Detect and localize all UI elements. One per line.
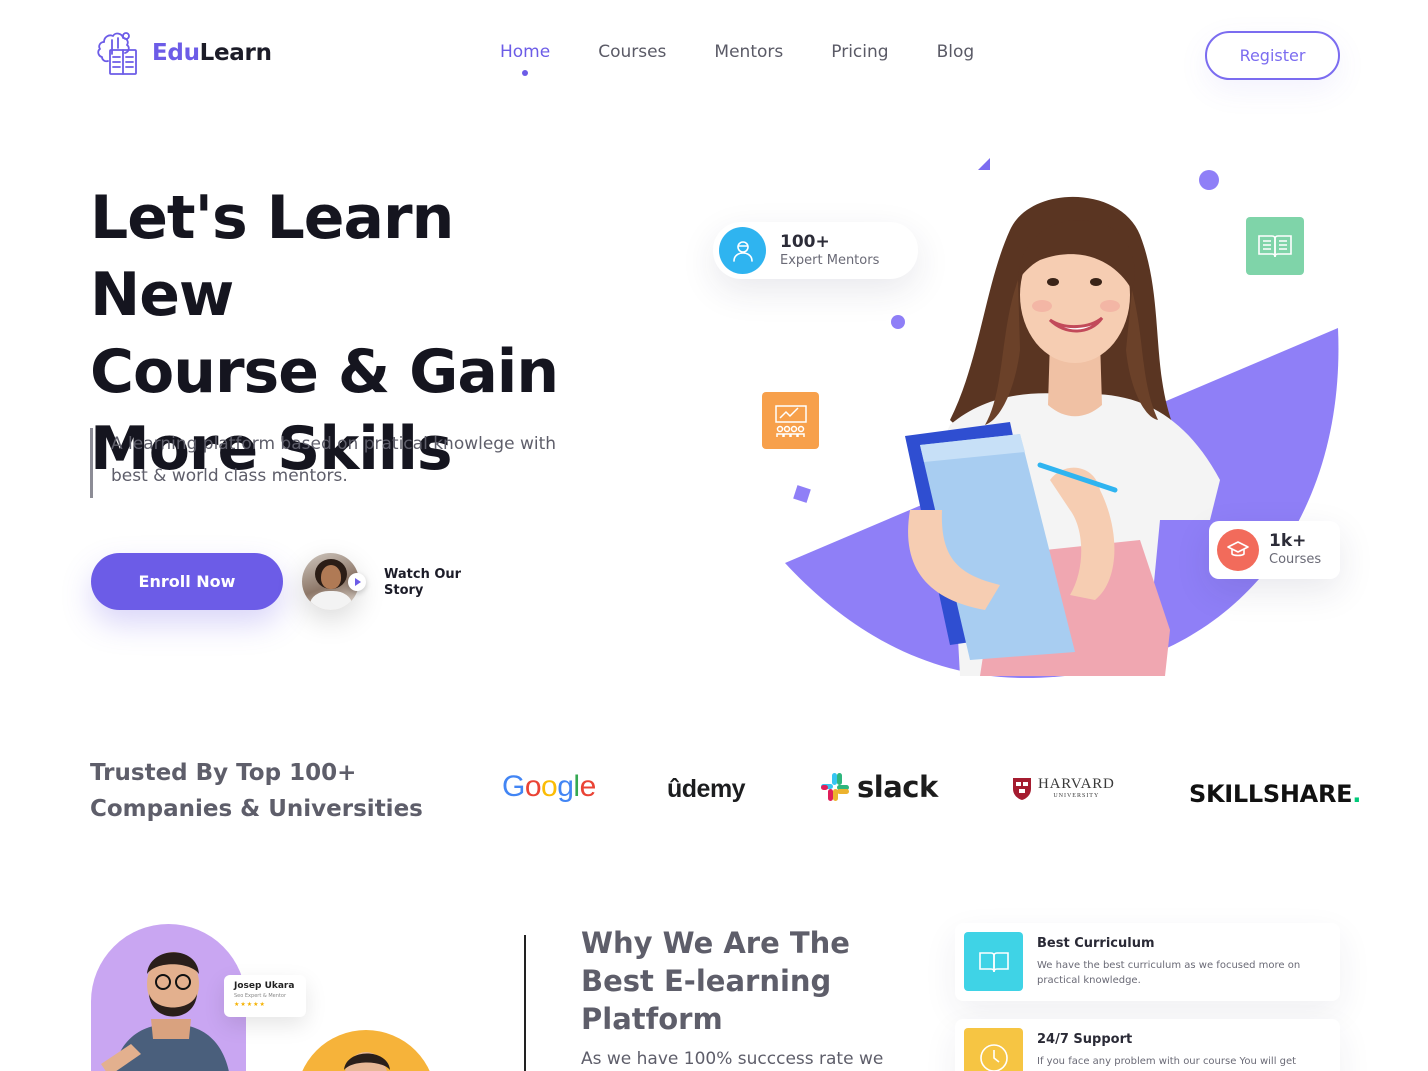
feature-title: 24/7 Support <box>1037 1032 1133 1047</box>
feature-description: If you face any problem with our course … <box>1037 1056 1297 1067</box>
hero-title-line2: Course & Gain <box>90 337 559 407</box>
skillshare-logo-text: SKILLSHARE <box>1189 780 1353 808</box>
hero-title-line1: Let's Learn New <box>90 183 454 330</box>
clock-24-icon <box>964 1028 1023 1071</box>
trusted-title-line1: Trusted By Top 100+ <box>90 760 357 786</box>
udemy-logo: ûdemy <box>667 775 746 804</box>
courses-stat-label: Courses <box>1269 552 1322 567</box>
classroom-icon <box>762 392 819 449</box>
story-avatar-face <box>321 565 341 589</box>
udemy-logo-text: ûdemy <box>667 775 746 803</box>
nav-home[interactable]: Home <box>500 42 550 76</box>
open-book-icon <box>1246 217 1304 275</box>
slack-logo: slack <box>820 770 938 804</box>
brand-name-part2: Learn <box>199 40 272 66</box>
mentor-rating-stars: ★★★★★ <box>234 1001 266 1008</box>
why-title-line3: Platform <box>581 1002 723 1036</box>
nav-mentors[interactable]: Mentors <box>714 42 783 62</box>
harvard-line2: UNIVERSITY <box>1053 793 1100 799</box>
brand-name: EduLearn <box>152 40 272 66</box>
feature-description: We have the best curriculum as we focuse… <box>1037 960 1301 986</box>
courses-stat-text: 1k+ Courses <box>1269 531 1321 569</box>
trusted-title-line2: Companies & Universities <box>90 796 423 822</box>
harvard-shield-icon <box>1013 778 1031 800</box>
triangle-decoration <box>978 158 990 170</box>
nav-pricing[interactable]: Pricing <box>831 42 888 62</box>
watch-story-link[interactable]: Watch Our Story <box>384 567 474 599</box>
mentors-stat-value: 100+ <box>780 231 830 252</box>
hero-description: A learning platform based on pratical kn… <box>90 428 590 498</box>
why-title: Why We Are The Best E-learning Platform <box>581 924 861 1038</box>
google-letter-o2: o <box>541 770 558 803</box>
enroll-now-button[interactable]: Enroll Now <box>91 553 283 610</box>
brand-name-part1: Edu <box>152 40 200 66</box>
why-divider <box>524 935 526 1071</box>
circle-decoration-top <box>1199 170 1219 190</box>
harvard-wordmark: HARVARD UNIVERSITY <box>1038 777 1115 801</box>
play-icon[interactable] <box>348 573 366 591</box>
nav-blog[interactable]: Blog <box>937 42 975 62</box>
mentor-photo <box>91 924 246 1071</box>
feature-title: Best Curriculum <box>1037 936 1155 951</box>
harvard-logo: HARVARD UNIVERSITY <box>1012 777 1115 801</box>
trusted-title: Trusted By Top 100+ Companies & Universi… <box>90 755 450 827</box>
google-logo: Google <box>502 770 596 804</box>
google-letter-g2: g <box>557 770 574 803</box>
student-photo <box>905 196 1220 676</box>
harvard-line1: HARVARD <box>1038 776 1115 792</box>
mentors-stat-text: 100+ Expert Mentors <box>780 232 879 270</box>
courses-stat-value: 1k+ <box>1269 531 1307 551</box>
brain-book-icon <box>97 32 137 75</box>
why-title-line2: Best E-learning <box>581 964 832 998</box>
student-photo-2 <box>296 1030 436 1071</box>
mentor-name: Josep Ukara <box>234 981 295 991</box>
why-title-line1: Why We Are The <box>581 926 850 960</box>
google-letter-g1: G <box>502 770 525 803</box>
feature-card-curriculum: Best Curriculum We have the best curricu… <box>955 923 1340 1001</box>
courses-stat-card: 1k+ Courses <box>1209 521 1340 579</box>
skillshare-logo-dot: . <box>1352 780 1362 808</box>
mentor-role: Seo Expert & Mentor <box>234 993 286 999</box>
brand-logo[interactable]: EduLearn <box>90 28 272 78</box>
why-description: As we have 100% succcess rate we <box>581 1049 884 1069</box>
mentor-avatar-icon <box>719 227 766 274</box>
mentor-name-tag: Josep Ukara Seo Expert & Mentor ★★★★★ <box>224 975 306 1017</box>
graduation-cap-icon <box>1217 529 1259 571</box>
slack-icon <box>821 773 849 801</box>
story-label-line1: Watch Our <box>384 567 462 582</box>
mentors-stat-label: Expert Mentors <box>780 252 880 268</box>
register-button[interactable]: Register <box>1205 31 1340 80</box>
feature-card-support: 24/7 Support If you face any problem wit… <box>955 1019 1340 1071</box>
slack-logo-text: slack <box>857 770 938 804</box>
mentors-stat-card: 100+ Expert Mentors <box>713 222 918 279</box>
google-letter-o1: o <box>524 770 542 803</box>
nav-courses[interactable]: Courses <box>598 42 666 62</box>
skillshare-logo: SKILLSHARE. <box>1189 780 1361 808</box>
google-letter-e: e <box>579 770 597 803</box>
main-nav: Home Courses Mentors Pricing Blog <box>500 42 975 76</box>
story-label-line2: Story <box>384 583 424 598</box>
story-avatar-shirt <box>310 591 352 610</box>
open-book-icon <box>964 932 1023 991</box>
